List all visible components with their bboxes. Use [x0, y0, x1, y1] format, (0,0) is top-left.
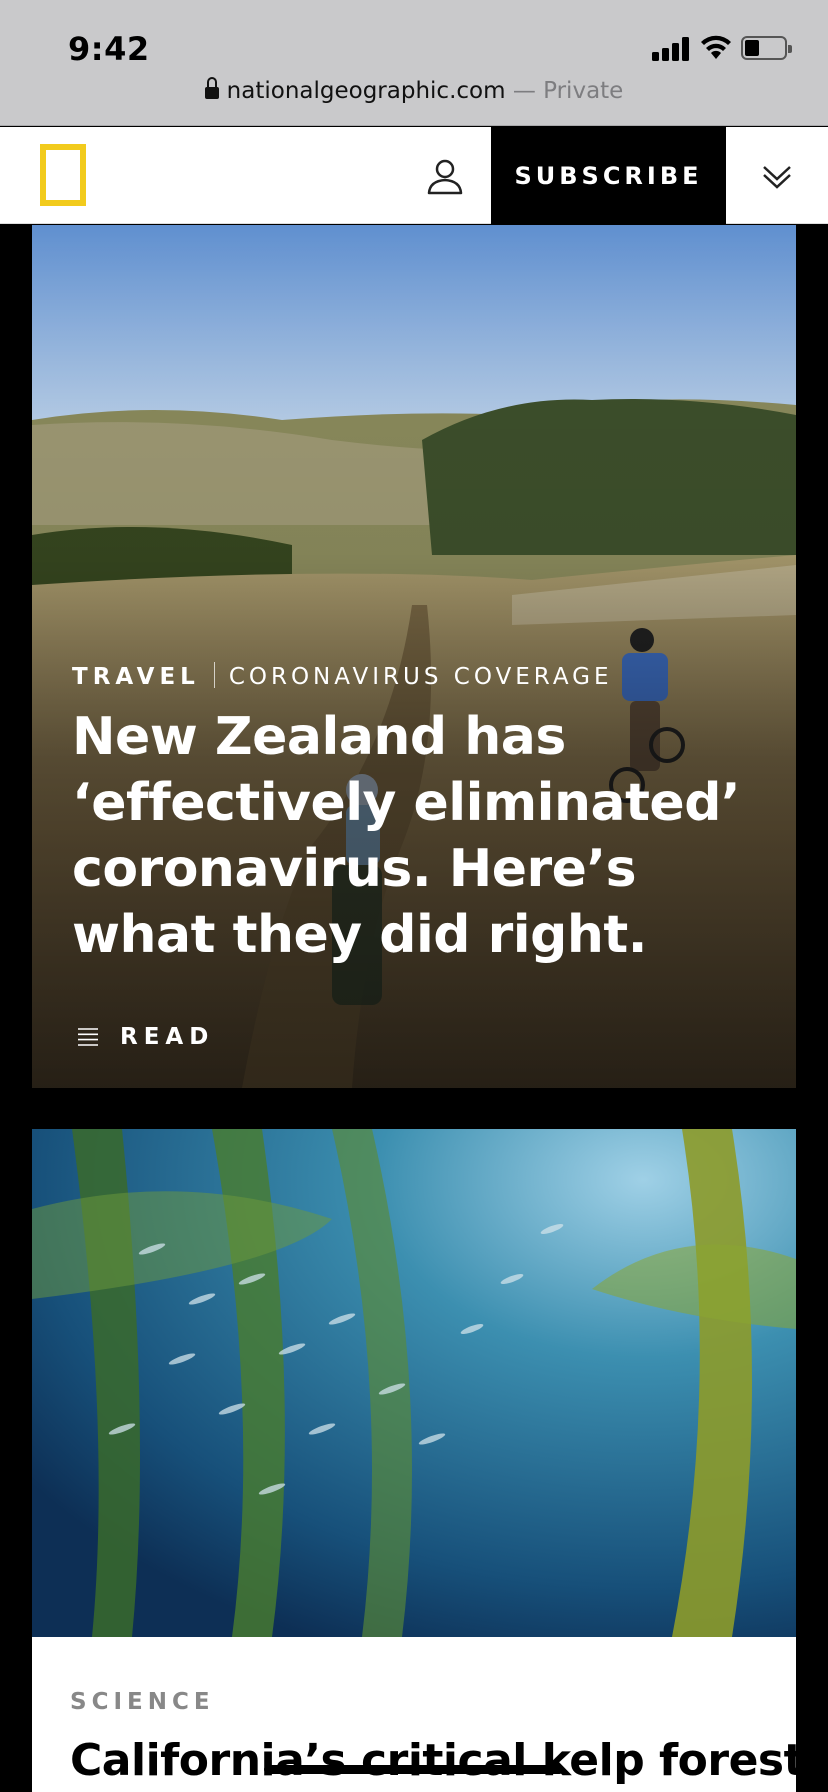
story-card-travel[interactable]: TRAVEL CORONAVIRUS COVERAGE New Zealand h…: [32, 225, 796, 1088]
site-header: SUBSCRIBE: [0, 127, 828, 224]
wifi-icon: [701, 35, 731, 59]
story-kicker: TRAVEL CORONAVIRUS COVERAGE: [72, 662, 613, 690]
menu-button[interactable]: [726, 127, 828, 224]
home-indicator[interactable]: [264, 1765, 564, 1774]
user-icon[interactable]: [420, 157, 470, 197]
status-time: 9:42: [68, 30, 150, 68]
story-image-kelp: [32, 1129, 796, 1637]
url-domain: nationalgeographic.com: [226, 78, 506, 104]
url-separator: —: [505, 78, 544, 104]
private-mode-label: Private: [543, 78, 624, 104]
story-subcategory[interactable]: CORONAVIRUS COVERAGE: [229, 664, 613, 690]
chevron-down-double-icon: [763, 165, 791, 189]
story-category[interactable]: TRAVEL: [72, 664, 200, 690]
natgeo-logo-icon[interactable]: [40, 144, 86, 206]
story-card-science[interactable]: SCIENCE California’s critical kelp fores…: [32, 1129, 796, 1792]
subscribe-button[interactable]: SUBSCRIBE: [491, 127, 726, 224]
battery-icon: [741, 36, 792, 60]
address-bar[interactable]: nationalgeographic.com — Private: [0, 77, 828, 104]
story-headline[interactable]: New Zealand has ‘effectively eliminated’…: [72, 704, 772, 968]
read-button[interactable]: READ: [72, 1013, 214, 1061]
cellular-signal-icon: [652, 37, 692, 61]
story-category[interactable]: SCIENCE: [70, 1689, 215, 1715]
story-headline[interactable]: California’s critical kelp forests: [70, 1735, 796, 1786]
article-lines-icon: [78, 1028, 98, 1046]
read-label: READ: [120, 1024, 215, 1050]
lock-icon: [204, 77, 219, 99]
browser-chrome: 9:42 nationalgeographic.com — Private: [0, 0, 828, 126]
